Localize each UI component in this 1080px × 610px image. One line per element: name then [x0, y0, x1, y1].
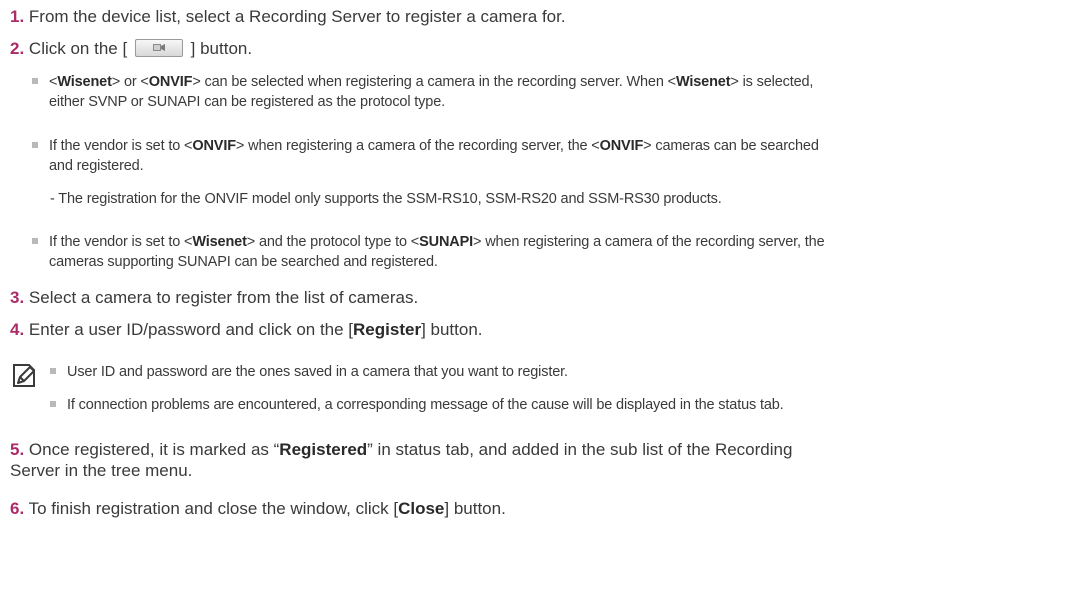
register-button-label: Register [353, 320, 422, 339]
bullet-marker [32, 78, 38, 84]
step-number: 1. [10, 7, 25, 26]
step-text-pre: Once registered, it is marked as “ [28, 440, 280, 459]
close-button-label: Close [398, 499, 445, 518]
bullet-text: If the vendor is set to <ONVIF> when reg… [49, 138, 819, 174]
bullet-sunapi-protocol: If the vendor is set to <Wisenet> and th… [32, 232, 1067, 272]
bullet-marker [32, 238, 38, 244]
note-connection-problems: If connection problems are encountered, … [50, 395, 1070, 415]
bullet-marker [50, 368, 56, 374]
note-credentials: User ID and password are the ones saved … [50, 362, 1070, 382]
bullet-onvif-vendor: If the vendor is set to <ONVIF> when reg… [32, 136, 1067, 176]
step-text-post: ] button. [421, 320, 483, 339]
step-number: 6. [10, 499, 25, 518]
step-text: From the device list, select a Recording… [28, 7, 566, 26]
step-4: 4. Enter a user ID/password and click on… [10, 319, 1050, 340]
step-text-line2: Server in the tree menu. [10, 461, 193, 480]
bullet-text: If the vendor is set to <Wisenet> and th… [49, 234, 825, 270]
step-5: 5. Once registered, it is marked as “Reg… [10, 439, 1050, 481]
registered-status-label: Registered [279, 440, 368, 459]
add-camera-icon [152, 44, 165, 51]
bullet-marker [32, 142, 38, 148]
step-3: 3. Select a camera to register from the … [10, 287, 1050, 308]
step-1: 1. From the device list, select a Record… [10, 6, 1050, 27]
step-6: 6. To finish registration and close the … [10, 498, 1050, 519]
step-2: 2. Click on the [ ] button. [10, 38, 1050, 59]
step-text-post: ] button. [190, 39, 253, 58]
step-number: 3. [10, 288, 25, 307]
onvif-model-note: - The registration for the ONVIF model o… [50, 191, 722, 207]
step-text-post: ] button. [444, 499, 506, 518]
step-number: 2. [10, 39, 25, 58]
bullet-vendor-selection: <Wisenet> or <ONVIF> can be selected whe… [32, 72, 1067, 112]
step-text-post: ” in status tab, and added in the sub li… [367, 440, 793, 459]
step-text-pre: Enter a user ID/password and click on th… [28, 320, 354, 339]
note-pencil-icon [13, 364, 35, 387]
bullet-text: If connection problems are encountered, … [67, 397, 784, 413]
bullet-text: User ID and password are the ones saved … [67, 364, 568, 380]
step-text: Select a camera to register from the lis… [28, 288, 419, 307]
bullet-text: <Wisenet> or <ONVIF> can be selected whe… [49, 74, 814, 110]
step-number: 4. [10, 320, 25, 339]
step-text-pre: To finish registration and close the win… [28, 499, 399, 518]
step-text-pre: Click on the [ [28, 39, 128, 58]
add-camera-button[interactable] [134, 39, 183, 57]
bullet-marker [50, 401, 56, 407]
step-number: 5. [10, 440, 25, 459]
